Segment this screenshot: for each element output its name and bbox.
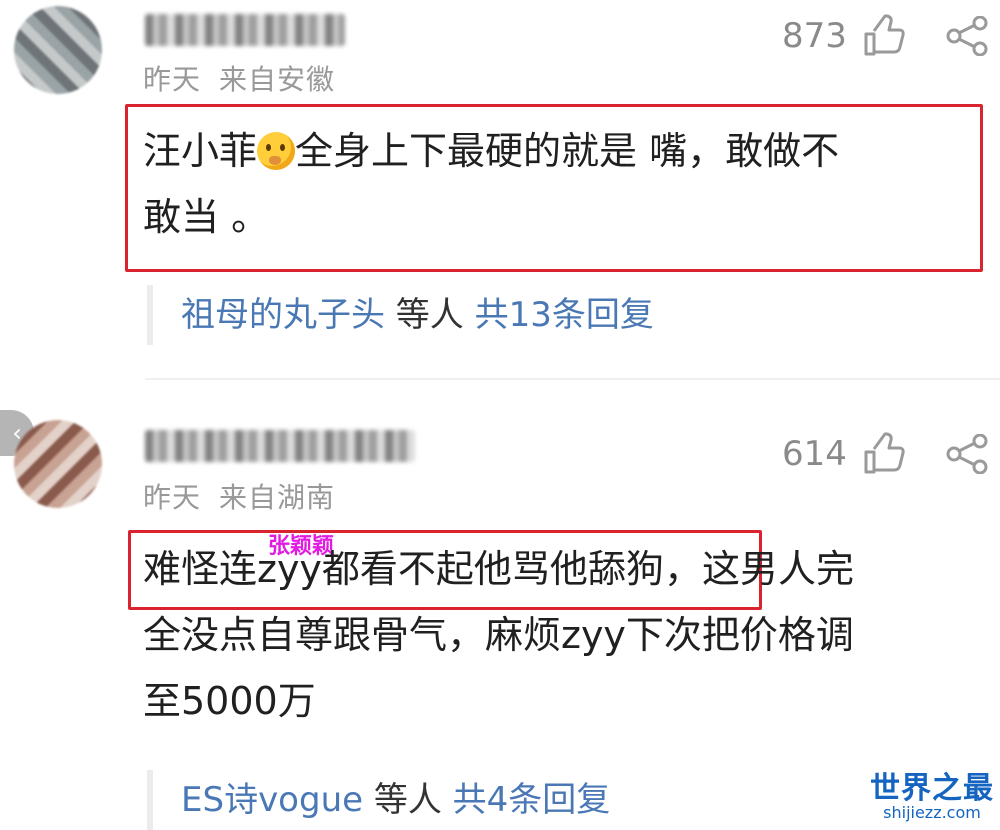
comment-text: 难怪连zyy都看不起他骂他舔狗，这男人完 全没点自尊跟骨气，麻烦zyy下次把价格… — [143, 536, 983, 734]
reply-count-link[interactable]: 共4条回复 — [453, 780, 611, 820]
comment-meta: 昨天 来自安徽 — [143, 58, 353, 98]
comment-text-line: 难怪连zyy都看不起他骂他舔狗，这男人完 — [143, 547, 854, 591]
share-icon[interactable] — [946, 15, 990, 60]
comment-location: 来自安徽 — [219, 63, 336, 96]
watermark-title: 世界之最 — [870, 771, 994, 806]
comment-time: 昨天 — [143, 63, 202, 96]
comment-meta: 昨天 来自湖南 — [143, 476, 353, 516]
watermark: 世界之最 shijiezz.com — [870, 763, 994, 822]
like-count: 873 — [782, 16, 847, 56]
divider — [145, 378, 1000, 380]
comment-location: 来自湖南 — [219, 481, 336, 514]
comment-text-line: 至5000万 — [143, 679, 316, 723]
avatar[interactable] — [14, 420, 102, 508]
share-icon[interactable] — [946, 433, 990, 478]
comment-text-line: 敢当 。 — [143, 195, 270, 239]
reply-count-link[interactable]: 共13条回复 — [475, 295, 654, 335]
shush-emoji-icon — [257, 132, 296, 170]
comment-time: 昨天 — [143, 481, 202, 514]
replies-summary[interactable]: ES诗vogue 等人 共4条回复 — [147, 770, 610, 830]
watermark-domain: shijiezz.com — [883, 803, 981, 822]
reply-user-link[interactable]: ES诗vogue — [181, 780, 363, 820]
replies-label: 等人 — [385, 295, 475, 335]
replies-summary[interactable]: 祖母的丸子头 等人 共13条回复 — [147, 285, 654, 345]
thumbs-up-icon[interactable] — [862, 432, 906, 480]
like-count: 614 — [782, 434, 847, 474]
comment-text-line: 汪小菲 全身上下最硬的就是 嘴，敢做不 — [143, 129, 840, 173]
comment-text: 汪小菲 全身上下最硬的就是 嘴，敢做不 敢当 。 — [143, 118, 973, 250]
reply-user-link[interactable]: 祖母的丸子头 — [181, 295, 385, 335]
replies-label: 等人 — [363, 780, 453, 820]
username-blurred[interactable] — [145, 14, 345, 46]
comment-text-line: 全没点自尊跟骨气，麻烦zyy下次把价格调 — [143, 613, 854, 657]
username-blurred[interactable] — [145, 430, 415, 462]
thumbs-up-icon[interactable] — [862, 14, 906, 62]
avatar[interactable] — [14, 6, 102, 94]
